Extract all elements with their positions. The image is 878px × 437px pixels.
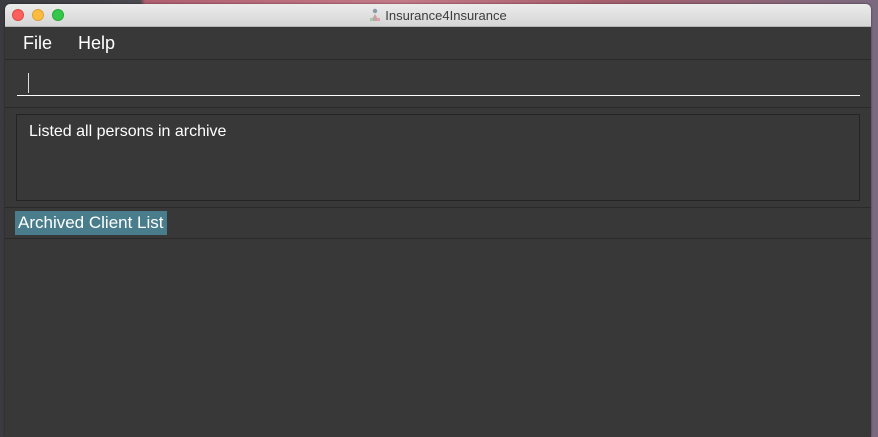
window-title-group: Insurance4Insurance	[369, 7, 507, 23]
command-input[interactable]	[17, 68, 860, 96]
window-title: Insurance4Insurance	[385, 7, 507, 23]
client-list-header: Archived Client List	[5, 208, 871, 239]
app-window: Insurance4Insurance File Help Listed all…	[5, 4, 871, 437]
archived-client-list-label: Archived Client List	[15, 211, 167, 235]
maximize-window-button[interactable]	[52, 9, 64, 21]
result-message: Listed all persons in archive	[29, 123, 227, 140]
result-display-panel: Listed all persons in archive	[5, 108, 871, 208]
menu-file[interactable]: File	[19, 31, 56, 56]
menu-bar: File Help	[5, 27, 871, 60]
menu-help[interactable]: Help	[74, 31, 119, 56]
command-box-panel	[5, 60, 871, 108]
close-window-button[interactable]	[12, 9, 24, 21]
text-caret	[28, 73, 29, 93]
app-logo-icon	[370, 8, 381, 21]
minimize-window-button[interactable]	[32, 9, 44, 21]
client-list-panel[interactable]	[5, 239, 871, 437]
title-bar[interactable]: Insurance4Insurance	[5, 4, 871, 27]
result-display-box[interactable]: Listed all persons in archive	[16, 114, 860, 201]
window-controls	[12, 9, 64, 21]
